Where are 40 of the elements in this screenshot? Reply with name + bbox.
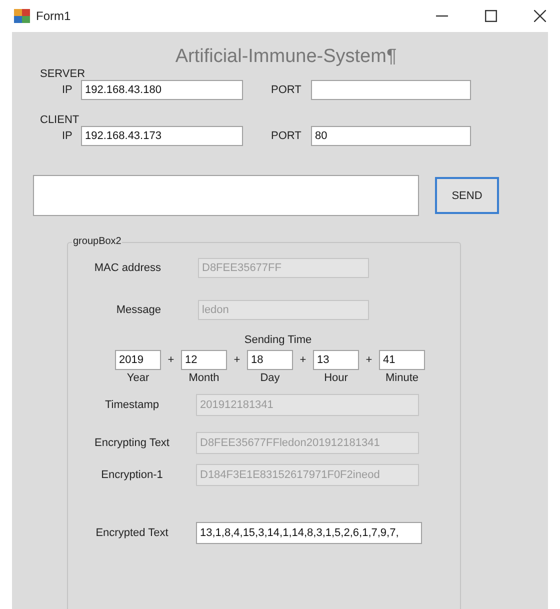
separator-label: +	[298, 353, 308, 368]
time-field[interactable]: 2019	[115, 350, 161, 370]
time-unit-label: Month	[188, 372, 220, 384]
ip-field[interactable]: 192.168.43.173	[81, 126, 243, 146]
time-unit-label: Hour	[324, 372, 348, 384]
window-title: Form1	[36, 9, 71, 23]
sending-time-label: Sending Time	[243, 334, 313, 346]
app-icon	[14, 9, 30, 23]
field-label: Encryption-1	[100, 469, 164, 481]
time-field[interactable]: 12	[181, 350, 227, 370]
send-button[interactable]: SEND	[435, 177, 499, 214]
port-field[interactable]	[311, 80, 471, 100]
field-label: Timestamp	[104, 399, 160, 411]
group-title: groupBox2	[72, 236, 122, 247]
section-label: SERVER	[40, 68, 86, 80]
port-label: PORT	[271, 130, 302, 142]
maximize-icon[interactable]	[485, 10, 497, 22]
text-field[interactable]: 13,1,8,4,15,3,14,1,14,8,3,1,5,2,6,1,7,9,7,	[196, 522, 422, 544]
time-unit-label: Minute	[385, 372, 419, 384]
time-field[interactable]: 13	[313, 350, 359, 370]
time-field[interactable]: 41	[379, 350, 425, 370]
time-field[interactable]: 18	[247, 350, 293, 370]
time-unit-label: Year	[126, 372, 150, 384]
section-label: CLIENT	[40, 114, 80, 126]
message-input-field[interactable]	[33, 175, 419, 216]
ip-label: IP	[62, 84, 74, 96]
close-icon[interactable]	[534, 10, 546, 22]
separator-label: +	[166, 353, 176, 368]
field-label: MAC address	[93, 262, 162, 274]
port-label: PORT	[271, 84, 302, 96]
form-heading: Artificial-Immune-System¶	[174, 46, 398, 68]
ip-field[interactable]: 192.168.43.180	[81, 80, 243, 100]
separator-label: +	[364, 353, 374, 368]
field-label: Encrypted Text	[94, 527, 170, 539]
ip-label: IP	[62, 130, 74, 142]
port-field[interactable]: 80	[311, 126, 471, 146]
field-label: Message	[115, 304, 162, 316]
separator-label: +	[232, 353, 242, 368]
field-label: Encrypting Text	[93, 437, 170, 449]
time-unit-label: Day	[260, 372, 280, 384]
